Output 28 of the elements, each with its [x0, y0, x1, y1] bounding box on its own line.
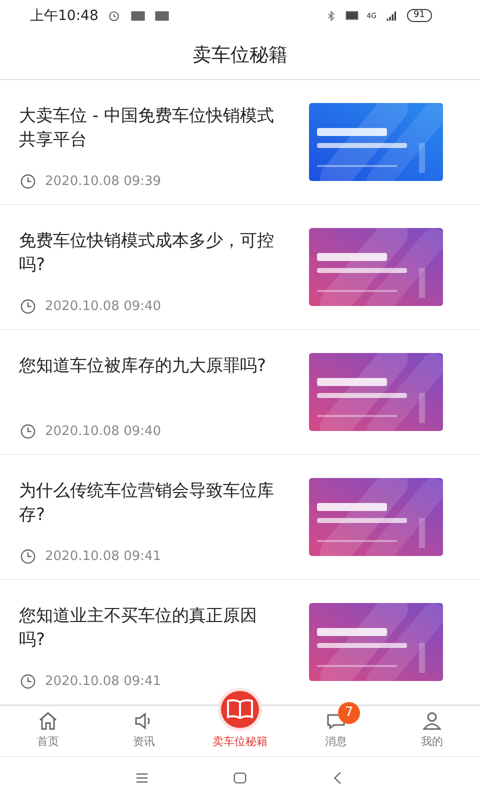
article-time: 2020.10.08 09:39 — [45, 174, 162, 189]
tab-button[interactable]: 首页 — [0, 706, 96, 756]
home-icon — [37, 710, 59, 731]
clock-icon — [19, 172, 37, 190]
badge: 7 — [338, 702, 360, 724]
article-time: 2020.10.08 09:41 — [45, 548, 162, 564]
article-title[interactable]: 免费车位快销模式成本多少，可控吗? — [19, 228, 293, 277]
tab-button[interactable]: 资讯 — [96, 706, 192, 756]
clock-icon — [19, 548, 37, 565]
tab-button[interactable]: 我的 — [384, 706, 480, 756]
tab-button[interactable]: 卖车位秘籍 — [192, 688, 288, 756]
article-time: 2020.10.08 09:41 — [45, 674, 162, 689]
book-icon — [218, 688, 262, 731]
article-title[interactable]: 大卖车位 - 中国免费车位快销模式共享平台 — [19, 104, 293, 152]
clock-icon — [19, 422, 37, 440]
battery-level: 91 — [406, 9, 432, 22]
status-time: 上午10:48 — [30, 6, 98, 25]
article-time: 2020.10.08 09:40 — [45, 424, 162, 439]
user-icon — [421, 710, 443, 731]
article-title[interactable]: 为什么传统车位营销会导致车位库存? — [19, 478, 293, 527]
article-time: 2020.10.08 09:40 — [45, 298, 162, 314]
page-title: 卖车位秘籍 — [192, 43, 288, 68]
clock-icon — [19, 672, 37, 690]
clock-icon — [19, 298, 37, 315]
home-button-icon — [231, 770, 249, 786]
article-title[interactable]: 您知道车位被库存的九大原罪吗? — [19, 354, 293, 378]
article-title[interactable]: 您知道业主不买车位的真正原因吗? — [19, 604, 293, 652]
signal-icon — [384, 9, 399, 22]
